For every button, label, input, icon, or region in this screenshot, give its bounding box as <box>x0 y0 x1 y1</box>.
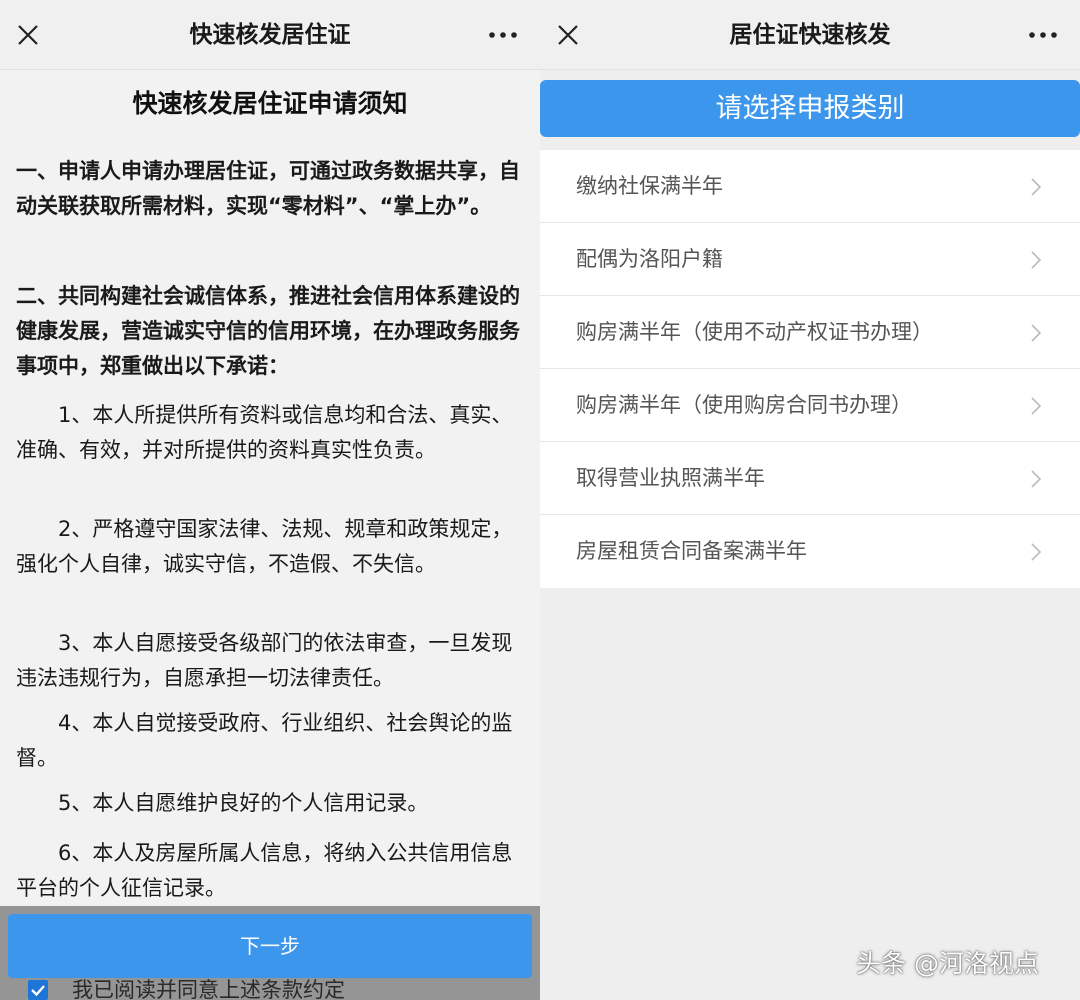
page-title: 快速核发居住证 <box>189 22 351 48</box>
category-label: 取得营业执照满半年 <box>576 466 765 490</box>
category-label: 缴纳社保满半年 <box>576 174 723 198</box>
select-category-banner: 请选择申报类别 <box>540 80 1080 137</box>
pledge-item: 1、本人所提供所有资料或信息均和合法、真实、准确、有效，并对所提供的资料真实性负… <box>16 403 513 462</box>
category-item[interactable]: 取得营业执照满半年 <box>540 442 1080 515</box>
category-label: 购房满半年（使用不动产权证书办理） <box>576 320 933 344</box>
more-options-icon[interactable] <box>1028 22 1058 48</box>
chevron-right-icon <box>1031 324 1042 342</box>
chevron-right-icon <box>1031 470 1042 488</box>
category-item[interactable]: 配偶为洛阳户籍 <box>540 223 1080 296</box>
notice-panel: 快速核发居住证 快速核发居住证申请须知 一、申请人申请办理居住证，可通过政务数据… <box>0 0 540 1000</box>
chevron-right-icon <box>1031 543 1042 561</box>
chevron-right-icon <box>1031 178 1042 196</box>
category-item[interactable]: 缴纳社保满半年 <box>540 150 1080 223</box>
category-item[interactable]: 房屋租赁合同备案满半年 <box>540 515 1080 588</box>
close-icon[interactable] <box>16 23 40 47</box>
next-step-button[interactable]: 下一步 <box>8 914 532 978</box>
category-label: 配偶为洛阳户籍 <box>576 247 723 271</box>
left-title-bar: 快速核发居住证 <box>0 0 540 70</box>
category-label: 购房满半年（使用购房合同书办理） <box>576 393 912 417</box>
close-icon[interactable] <box>556 23 580 47</box>
category-item[interactable]: 购房满半年（使用购房合同书办理） <box>540 369 1080 442</box>
agree-checkbox[interactable] <box>28 980 48 1000</box>
page-title: 居住证快速核发 <box>729 22 891 48</box>
pledge-item: 2、严格遵守国家法律、法规、规章和政策规定，强化个人自律，诚实守信，不造假、不失… <box>16 517 513 576</box>
agree-label[interactable]: 我已阅读并同意上述条款约定 <box>72 974 345 1000</box>
category-list: 缴纳社保满半年 配偶为洛阳户籍 购房满半年（使用不动产权证书办理） 购房满半年（… <box>540 150 1080 588</box>
pledge-item: 3、本人自愿接受各级部门的依法审查，一旦发现违法违规行为，自愿承担一切法律责任。 <box>16 631 513 690</box>
pledge-item: 4、本人自觉接受政府、行业组织、社会舆论的监督。 <box>16 711 513 770</box>
notice-paragraph: 一、申请人申请办理居住证，可通过政务数据共享，自动关联获取所需材料，实现“零材料… <box>16 159 520 218</box>
more-options-icon[interactable] <box>488 22 518 48</box>
chevron-right-icon <box>1031 251 1042 269</box>
notice-title: 快速核发居住证申请须知 <box>132 89 408 118</box>
pledge-item: 6、本人及房屋所属人信息，将纳入公共信用信息平台的个人征信记录。 <box>16 841 513 900</box>
pledge-item: 5、本人自愿维护良好的个人信用记录。 <box>58 791 429 815</box>
watermark: 头条 @河洛视点 <box>856 949 1039 978</box>
category-label: 房屋租赁合同备案满半年 <box>576 539 807 563</box>
category-item[interactable]: 购房满半年（使用不动产权证书办理） <box>540 296 1080 369</box>
chevron-right-icon <box>1031 397 1042 415</box>
right-title-bar: 居住证快速核发 <box>540 0 1080 70</box>
checkmark-icon <box>31 985 45 997</box>
notice-paragraph: 二、共同构建社会诚信体系，推进社会信用体系建设的健康发展，营造诚实守信的信用环境… <box>16 284 520 378</box>
category-panel: 居住证快速核发 请选择申报类别 缴纳社保满半年 配偶为洛阳户籍 购房满半年（使用… <box>540 0 1080 1000</box>
